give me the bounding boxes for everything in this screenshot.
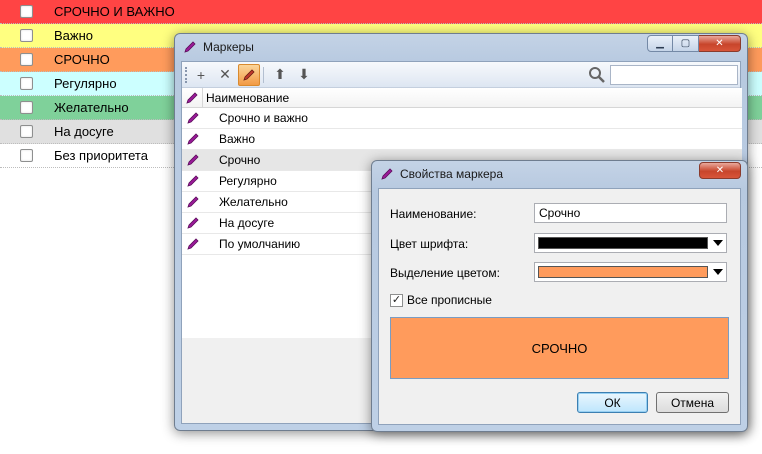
uppercase-checkbox[interactable]: ✓: [390, 293, 403, 307]
arrow-down-icon: ⬇: [298, 66, 310, 82]
arrow-up-icon: ⬆: [274, 66, 286, 82]
markers-title: Маркеры: [203, 40, 254, 54]
task-checkbox[interactable]: [20, 29, 33, 42]
toolbar-grip[interactable]: [185, 66, 188, 83]
task-label: СРОЧНО И ВАЖНО: [54, 4, 175, 19]
name-row: Наименование:: [390, 207, 477, 221]
uppercase-label: Все прописные: [407, 293, 492, 307]
task-label: Важно: [54, 28, 94, 43]
task-checkbox[interactable]: [20, 5, 33, 18]
close-icon: ✕: [715, 165, 725, 176]
plus-icon: +: [196, 66, 206, 83]
move-down-button[interactable]: ⬇: [293, 64, 315, 86]
highlight-row: Выделение цветом:: [390, 266, 500, 280]
highlight-label: Выделение цветом:: [390, 266, 500, 280]
chevron-down-icon: [713, 269, 723, 275]
pencil-icon: [187, 112, 199, 124]
props-title: Свойства маркера: [400, 167, 504, 181]
delete-button[interactable]: ✕: [214, 64, 236, 86]
pencil-icon: [187, 175, 199, 187]
minimize-button[interactable]: ▁: [647, 35, 673, 52]
window-controls: ▁ ▢ ✕: [647, 35, 741, 52]
pencil-icon: [243, 68, 255, 81]
list-item-label: Желательно: [219, 195, 288, 209]
minimize-icon: ▁: [656, 38, 664, 49]
pencil-icon: [186, 91, 198, 104]
toolbar-separator: [263, 66, 264, 83]
dialog-controls: ✕: [699, 162, 741, 179]
list-item[interactable]: Срочно и важно: [182, 108, 742, 129]
task-checkbox[interactable]: [20, 53, 33, 66]
task-checkbox[interactable]: [20, 149, 33, 162]
search-input[interactable]: [610, 65, 738, 85]
edit-button[interactable]: [238, 63, 260, 86]
pencil-icon: [187, 196, 199, 208]
add-button[interactable]: +: [190, 64, 212, 86]
font-color-select[interactable]: [534, 233, 727, 253]
list-item-label: Срочно: [219, 153, 261, 167]
task-label: На досуге: [54, 124, 114, 139]
app-stage: СРОЧНО И ВАЖНО Важно СРОЧНО Регулярно Желате…: [0, 0, 762, 454]
font-color-swatch: [538, 237, 708, 249]
markers-toolbar: + ✕ ⬆ ⬇: [182, 62, 740, 88]
task-label: Без приоритета: [54, 148, 148, 163]
dialog-close-button[interactable]: ✕: [699, 162, 741, 179]
task-checkbox[interactable]: [20, 125, 33, 138]
move-up-button[interactable]: ⬆: [269, 64, 291, 86]
pencil-icon: [381, 168, 393, 180]
list-item-label: По умолчанию: [219, 237, 301, 251]
close-icon: ✕: [715, 38, 724, 49]
font-color-label: Цвет шрифта:: [390, 237, 469, 251]
magnifier-icon: [589, 67, 605, 83]
pencil-icon: [187, 238, 199, 250]
maximize-button[interactable]: ▢: [673, 35, 699, 52]
name-label: Наименование:: [390, 207, 477, 221]
list-item-label: Срочно и важно: [219, 111, 308, 125]
task-label: Желательно: [54, 100, 129, 115]
list-item-label: На досуге: [219, 216, 275, 230]
task-checkbox[interactable]: [20, 101, 33, 114]
font-color-row: Цвет шрифта:: [390, 237, 468, 251]
uppercase-row: ✓ Все прописные: [390, 293, 492, 307]
ok-button[interactable]: ОК: [577, 392, 648, 413]
highlight-color-swatch: [538, 266, 708, 278]
pencil-icon: [184, 41, 196, 53]
pencil-icon: [187, 217, 199, 229]
pencil-icon: [187, 133, 199, 145]
list-item-label: Важно: [219, 132, 256, 146]
task-checkbox[interactable]: [20, 77, 33, 90]
props-client: Наименование: Срочно Цвет шрифта: Выделе…: [378, 188, 741, 425]
task-label: Регулярно: [54, 76, 117, 91]
column-header-name[interactable]: Наименование: [202, 87, 289, 108]
close-button[interactable]: ✕: [699, 35, 741, 52]
highlight-color-select[interactable]: [534, 262, 727, 282]
cross-icon: ✕: [219, 66, 231, 82]
maximize-icon: ▢: [680, 38, 691, 49]
task-label: СРОЧНО: [54, 52, 110, 67]
marker-properties-dialog: Свойства маркера ✕ Наименование: Срочно …: [371, 160, 748, 432]
props-titlebar[interactable]: Свойства маркера ✕: [372, 161, 747, 187]
pencil-icon: [187, 154, 199, 166]
task-row[interactable]: СРОЧНО И ВАЖНО: [0, 0, 762, 24]
list-item[interactable]: Важно: [182, 129, 742, 150]
name-field[interactable]: Срочно: [534, 203, 727, 223]
markers-titlebar[interactable]: Маркеры ▁ ▢ ✕: [175, 34, 747, 60]
marker-preview: СРОЧНО: [390, 317, 729, 379]
chevron-down-icon: [713, 240, 723, 246]
list-header: Наименование: [182, 87, 742, 108]
cancel-button[interactable]: Отмена: [656, 392, 729, 413]
list-item-label: Регулярно: [219, 174, 277, 188]
